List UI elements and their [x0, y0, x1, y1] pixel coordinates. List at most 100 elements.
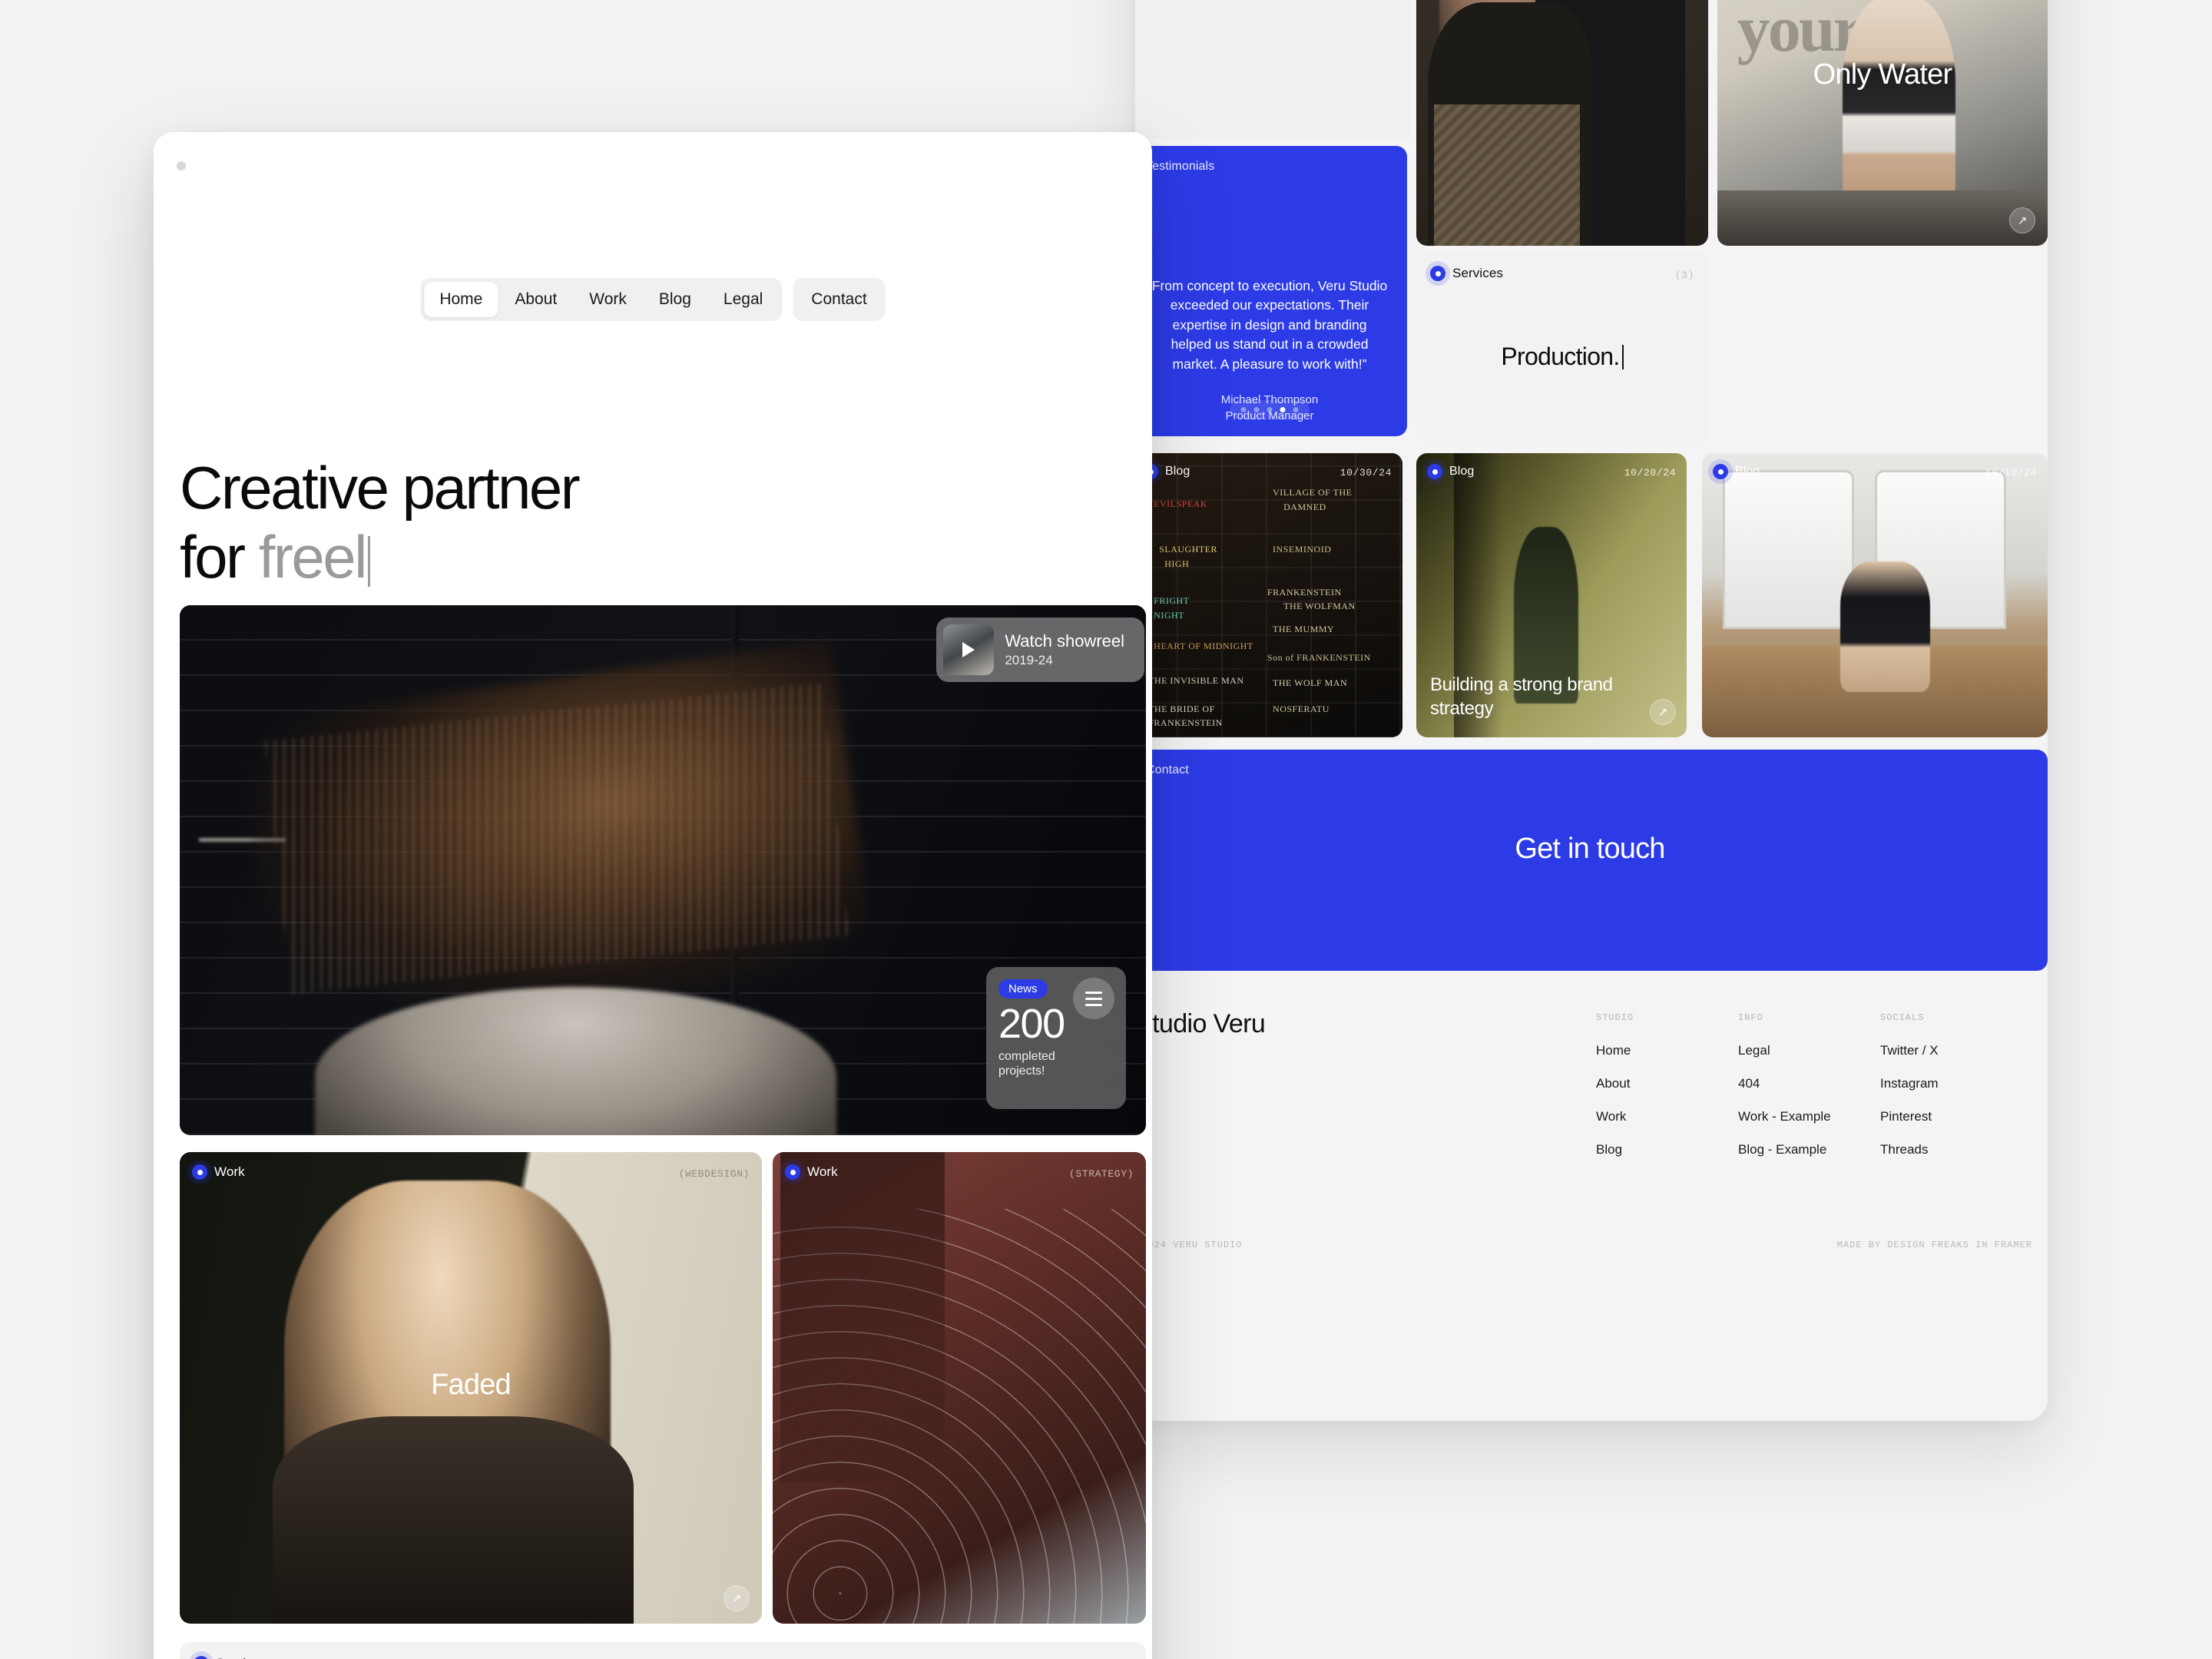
- blog-card-2[interactable]: Blog 10/20/24 Building a strong brand st…: [1416, 453, 1687, 737]
- footer-credit: MADE BY DESIGN FREAKS IN FRAMER: [1836, 1240, 2032, 1250]
- open-blog-arrow-button[interactable]: ↗: [1650, 699, 1676, 725]
- hero-line-2-static: for: [180, 523, 259, 591]
- hero-line-2: for freel: [154, 522, 1152, 591]
- footer-column-heading: INFO: [1738, 1012, 1763, 1023]
- vhs-title: SLAUGHTER: [1159, 544, 1218, 555]
- work-card-faded[interactable]: Work (WEBDESIGN) Faded ↗: [180, 1152, 762, 1624]
- pagination-dot[interactable]: [1293, 407, 1299, 412]
- watch-showreel-button[interactable]: Watch showreel 2019-24: [936, 618, 1144, 682]
- footer-link[interactable]: Blog - Example: [1738, 1142, 1831, 1157]
- footer-link[interactable]: About: [1596, 1076, 1634, 1091]
- pagination-dot-active[interactable]: [1280, 407, 1286, 412]
- nav-item-home[interactable]: Home: [424, 282, 498, 317]
- open-project-arrow-button[interactable]: ↗: [2009, 207, 2035, 233]
- testimonials-label: Testimonials: [1146, 160, 1215, 173]
- services-label-chip: Services: [1430, 266, 1503, 281]
- footer-column-studio: STUDIO Home About Work Blog: [1596, 1012, 1634, 1175]
- light-beam: [780, 1152, 945, 1482]
- typing-caret-icon: [367, 536, 370, 588]
- pagination-dot[interactable]: [1267, 407, 1273, 412]
- typing-caret-icon: [1621, 345, 1624, 369]
- blog-card-label: Blog: [1735, 465, 1760, 478]
- secondary-browser-window: We bring brands to life with bold design…: [1135, 0, 2048, 1421]
- footer-column-heading: STUDIO: [1596, 1012, 1634, 1023]
- pagination-dot[interactable]: [1240, 407, 1247, 412]
- vhs-title: DAMNED: [1283, 501, 1326, 512]
- vhs-title: FRANKENSTEIN: [1148, 717, 1223, 729]
- dancer-figure: [1843, 0, 1955, 211]
- nav-item-legal[interactable]: Legal: [708, 282, 778, 317]
- list-icon[interactable]: [1073, 978, 1114, 1019]
- contact-label: Contact: [1146, 763, 1189, 777]
- services-label-chip: Services: [194, 1656, 267, 1659]
- news-caption-line-1: completed: [998, 1050, 1055, 1063]
- footer-link[interactable]: Pinterest: [1880, 1109, 1939, 1124]
- news-stat-card[interactable]: News 200 completed projects!: [986, 967, 1126, 1109]
- pagination-dot[interactable]: [1253, 407, 1260, 412]
- nav-item-work[interactable]: Work: [574, 282, 642, 317]
- primary-browser-window: Home About Work Blog Legal Contact Creat…: [154, 132, 1152, 1659]
- testimonials-label-chip: Testimonials: [1146, 160, 1214, 174]
- vhs-title: THE BRIDE OF: [1148, 703, 1215, 714]
- footer-link[interactable]: Threads: [1880, 1142, 1939, 1157]
- showreel-text-block: Watch showreel 2019-24: [1005, 631, 1124, 669]
- secondary-page-content: We bring brands to life with bold design…: [1135, 0, 2048, 1421]
- footer: Studio Veru STUDIO Home About Work Blog …: [1135, 995, 2048, 1287]
- services-label: Services: [1452, 266, 1503, 280]
- vhs-shelf-photo: EVILSPEAK VILLAGE OF THE DAMNED SLAUGHTE…: [1135, 453, 1402, 737]
- testimonials-card: Testimonials From concept to execution, …: [1135, 146, 1407, 436]
- nav-contact-button[interactable]: Contact: [793, 278, 886, 321]
- footer-column-heading: SOCIALS: [1880, 1012, 1925, 1023]
- services-count: (3): [1674, 270, 1694, 281]
- accent-dot-icon: [194, 1656, 209, 1659]
- news-caption: completed projects!: [998, 1049, 1114, 1078]
- footer-link[interactable]: Legal: [1738, 1043, 1831, 1058]
- blog-card-1[interactable]: EVILSPEAK VILLAGE OF THE DAMNED SLAUGHTE…: [1135, 453, 1402, 737]
- work-card-label-chip: Work: [192, 1164, 245, 1180]
- work-card-label-chip: Work: [785, 1164, 838, 1180]
- services-section: Services (3) "If you can think it, we ca…: [180, 1642, 1146, 1659]
- contact-cta-card[interactable]: Contact Get in touch: [1135, 750, 2048, 971]
- contact-cta-text: Get in touch: [1515, 833, 1665, 865]
- blog-card-label-chip: Blog: [1427, 464, 1474, 479]
- footer-link[interactable]: Blog: [1596, 1142, 1634, 1157]
- faded-jacket: [273, 1416, 634, 1624]
- work-card-strategy[interactable]: Work (STRATEGY): [773, 1152, 1146, 1624]
- accent-dot-icon: [785, 1164, 800, 1180]
- nav-item-blog[interactable]: Blog: [644, 282, 707, 317]
- services-typed-word: Production.: [1501, 343, 1620, 370]
- footer-link[interactable]: Work: [1596, 1109, 1634, 1124]
- hero-line-2-typed: freel: [258, 523, 368, 591]
- work-card-label: Work: [214, 1164, 245, 1179]
- vhs-title: THE WOLFMAN: [1283, 601, 1356, 612]
- news-badge: News: [998, 979, 1048, 998]
- vhs-title: HEART OF MIDNIGHT: [1154, 641, 1253, 652]
- vhs-title: NIGHT: [1154, 609, 1184, 621]
- footer-link[interactable]: 404: [1738, 1076, 1831, 1091]
- testimonial-pagination-dots[interactable]: [1230, 400, 1310, 419]
- footer-link[interactable]: Instagram: [1880, 1076, 1939, 1091]
- footer-link[interactable]: Twitter / X: [1880, 1043, 1939, 1058]
- train-window-left: [1723, 470, 1854, 630]
- vhs-title: HIGH: [1164, 558, 1190, 569]
- open-project-arrow-button[interactable]: ↗: [724, 1585, 750, 1611]
- vhs-title: THE INVISIBLE MAN: [1148, 674, 1244, 686]
- footer-bottom-bar: ©2024 VERU STUDIO MADE BY DESIGN FREAKS …: [1135, 1240, 2048, 1250]
- services-card-back: Services (3) Production.: [1416, 252, 1708, 442]
- nav-pill-group: Home About Work Blog Legal: [420, 278, 783, 321]
- footer-brand: Studio Veru: [1135, 1009, 1266, 1038]
- news-caption-line-2: projects!: [998, 1065, 1045, 1078]
- showreel-years: 2019-24: [1005, 652, 1053, 667]
- portrait-image-card: [1416, 0, 1708, 246]
- blog-card-3[interactable]: Blog 10/10/24: [1702, 453, 2048, 737]
- accent-dot-icon: [1427, 464, 1442, 479]
- footer-link[interactable]: Work - Example: [1738, 1109, 1831, 1124]
- work-card-only-water[interactable]: liveyour Work (BRANDING) Only Water ↗: [1717, 0, 2048, 246]
- nav-item-about[interactable]: About: [499, 282, 572, 317]
- footer-column-info: INFO Legal 404 Work - Example Blog - Exa…: [1738, 1012, 1831, 1175]
- page-title: Creative partner for freel: [154, 453, 1152, 592]
- blog-card-date: 10/30/24: [1339, 467, 1392, 478]
- vhs-title: INSEMINOID: [1273, 544, 1332, 555]
- footer-link[interactable]: Home: [1596, 1043, 1634, 1058]
- work-cards-row: Work (WEBDESIGN) Faded ↗ Work (STRATEGY): [180, 1152, 1146, 1624]
